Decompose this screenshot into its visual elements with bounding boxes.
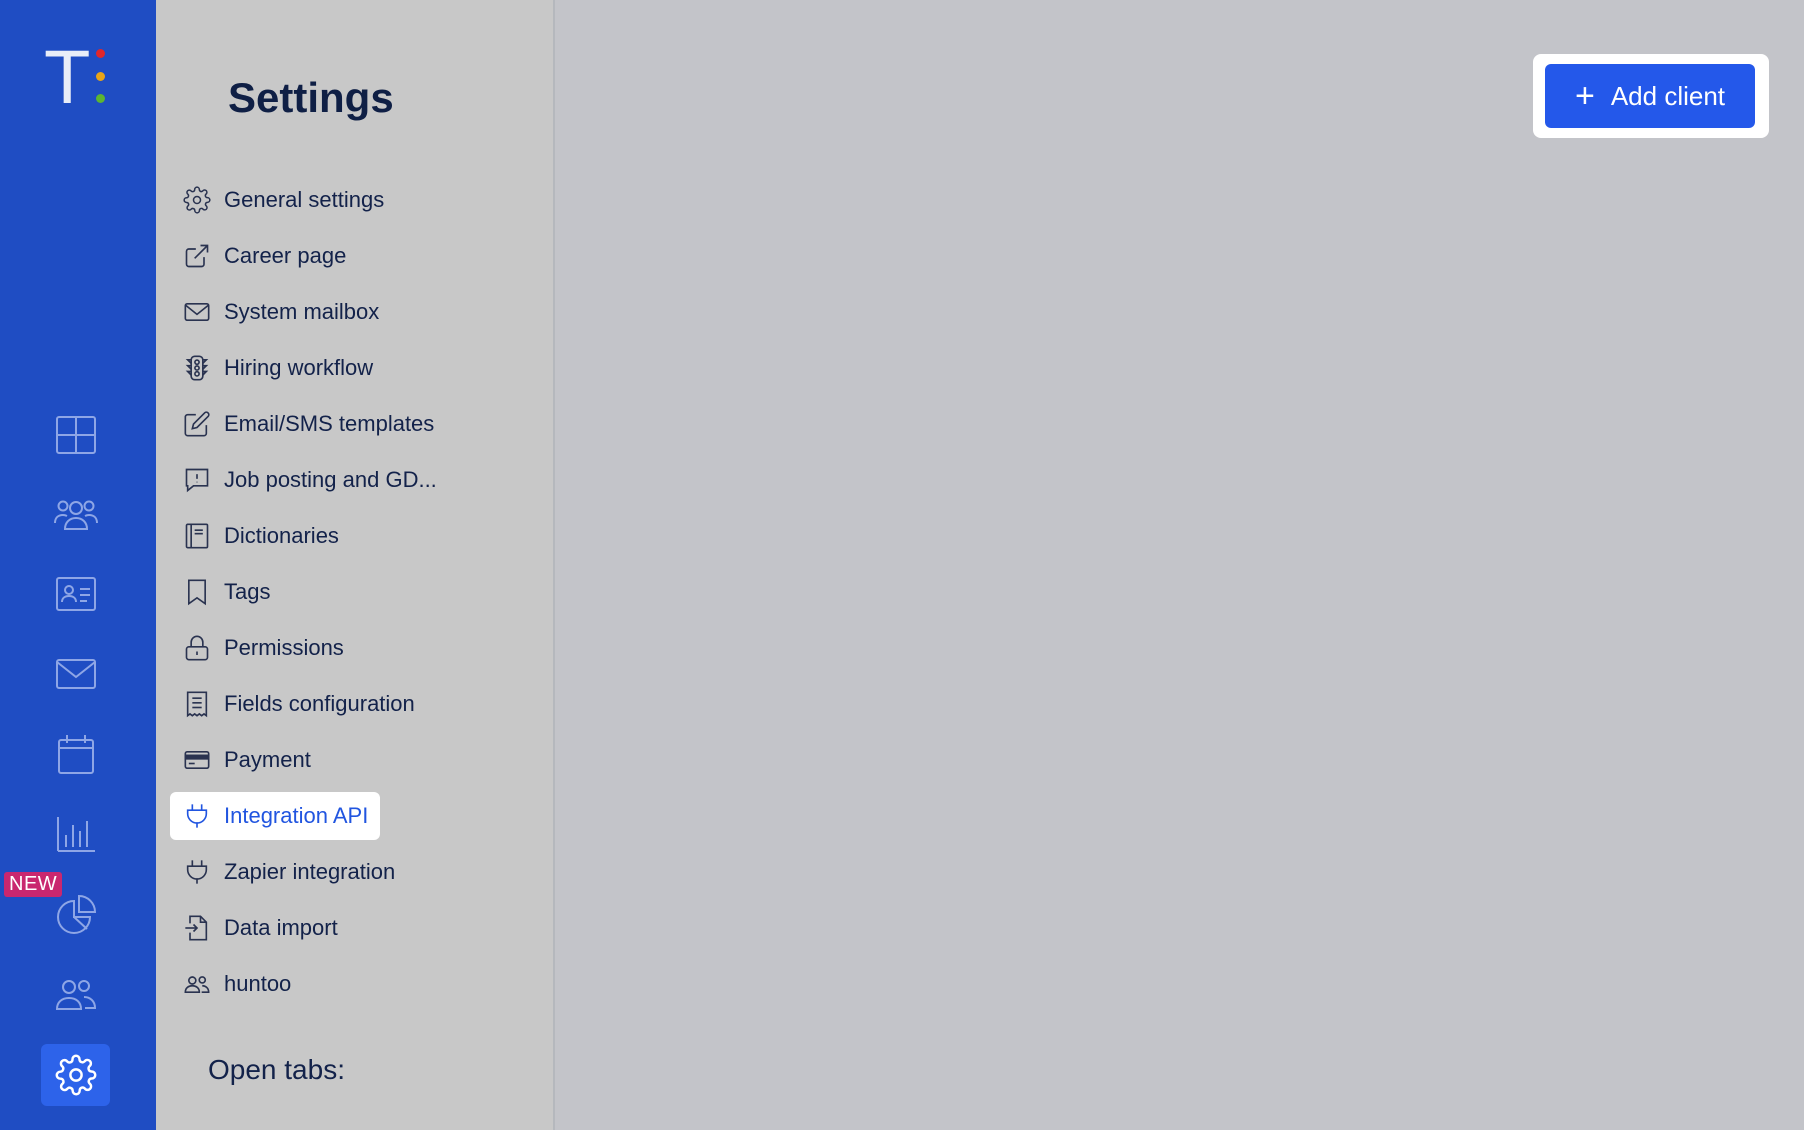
settings-item-label: huntoo xyxy=(224,971,292,996)
bookmark-icon xyxy=(182,577,212,607)
plus-icon: + xyxy=(1574,77,1595,115)
settings-item-label: Permissions xyxy=(224,635,344,660)
rail-calendar[interactable] xyxy=(48,727,104,783)
settings-item-label: Email/SMS templates xyxy=(224,411,435,436)
gear-icon xyxy=(182,185,212,215)
settings-item-label: General settings xyxy=(224,187,385,212)
settings-item-fields-configuration[interactable]: Fields configuration xyxy=(170,676,540,732)
settings-item-zapier-integration[interactable]: Zapier integration xyxy=(170,844,540,900)
add-client-label: Add client xyxy=(1610,80,1726,111)
edit-icon xyxy=(182,409,212,439)
plug-icon xyxy=(182,801,212,831)
alert-message-icon xyxy=(182,465,212,495)
rail-dashboard[interactable] xyxy=(48,407,104,463)
traffic-light-icon xyxy=(182,353,212,383)
settings-item-permissions[interactable]: Permissions xyxy=(170,620,540,676)
team-icon xyxy=(54,500,98,530)
settings-item-career-page[interactable]: Career page xyxy=(170,228,540,284)
external-link-icon xyxy=(182,241,212,271)
settings-item-system-mailbox[interactable]: System mailbox xyxy=(170,284,540,340)
rail-settings[interactable] xyxy=(41,1044,110,1106)
logo-dot-red xyxy=(96,49,105,58)
add-client-button[interactable]: + Add client xyxy=(1545,64,1755,128)
add-client-container: + Add client xyxy=(1533,54,1769,138)
mail-icon xyxy=(56,659,96,689)
settings-item-label: Hiring workflow xyxy=(224,355,374,380)
mail-icon xyxy=(182,297,212,327)
settings-item-label: Job posting and GD... xyxy=(224,467,437,492)
users-icon xyxy=(182,969,212,999)
settings-item-payment[interactable]: Payment xyxy=(170,732,540,788)
settings-item-label: Dictionaries xyxy=(224,523,339,548)
settings-item-job-posting[interactable]: Job posting and GD... xyxy=(170,452,540,508)
credit-card-icon xyxy=(182,745,212,775)
plug-icon xyxy=(182,857,212,887)
settings-item-label: System mailbox xyxy=(224,299,380,324)
lock-icon xyxy=(182,633,212,663)
settings-item-huntoo[interactable]: huntoo xyxy=(170,956,540,1012)
rail-team[interactable] xyxy=(48,486,104,542)
rail-analytics[interactable] xyxy=(48,887,104,943)
rail-contacts[interactable] xyxy=(48,566,104,622)
book-icon xyxy=(182,521,212,551)
settings-item-label: Zapier integration xyxy=(224,859,396,884)
settings-item-label: Tags xyxy=(224,579,271,604)
file-import-icon xyxy=(182,913,212,943)
rail-mail[interactable] xyxy=(48,646,104,702)
settings-panel: Settings General settings Career page Sy… xyxy=(156,0,555,1130)
settings-item-dictionaries[interactable]: Dictionaries xyxy=(170,508,540,564)
settings-item-hiring-workflow[interactable]: Hiring workflow xyxy=(170,340,540,396)
open-tabs-heading: Open tabs: xyxy=(208,1054,345,1085)
dashboard-grid-icon xyxy=(56,416,96,454)
receipt-icon xyxy=(182,689,212,719)
nav-rail: T NEW xyxy=(0,0,156,1130)
pie-chart-icon xyxy=(57,894,97,934)
contact-card-icon xyxy=(56,577,96,611)
rail-reports[interactable] xyxy=(48,806,104,862)
logo-dot-yellow xyxy=(96,72,105,81)
page-title: Settings xyxy=(228,74,394,121)
rail-users[interactable] xyxy=(48,966,104,1022)
users-icon xyxy=(55,980,97,1010)
settings-item-label: Fields configuration xyxy=(224,691,415,716)
settings-item-data-import[interactable]: Data import xyxy=(170,900,540,956)
app-logo[interactable]: T xyxy=(44,40,124,116)
settings-item-label: Career page xyxy=(224,243,347,268)
bar-chart-icon xyxy=(57,817,95,852)
calendar-icon xyxy=(58,735,94,774)
settings-item-label: Integration API xyxy=(224,803,369,828)
settings-item-tags[interactable]: Tags xyxy=(170,564,540,620)
logo-dot-green xyxy=(96,94,105,103)
gear-icon xyxy=(55,1054,96,1096)
settings-item-integration-api[interactable]: Integration API xyxy=(170,792,380,840)
settings-item-general[interactable]: General settings xyxy=(170,172,540,228)
settings-item-email-sms-templates[interactable]: Email/SMS templates xyxy=(170,396,540,452)
settings-item-label: Payment xyxy=(224,747,311,772)
settings-menu: General settings Career page System mail… xyxy=(170,172,540,1012)
logo-letter: T xyxy=(44,35,91,120)
settings-item-label: Data import xyxy=(224,915,338,940)
